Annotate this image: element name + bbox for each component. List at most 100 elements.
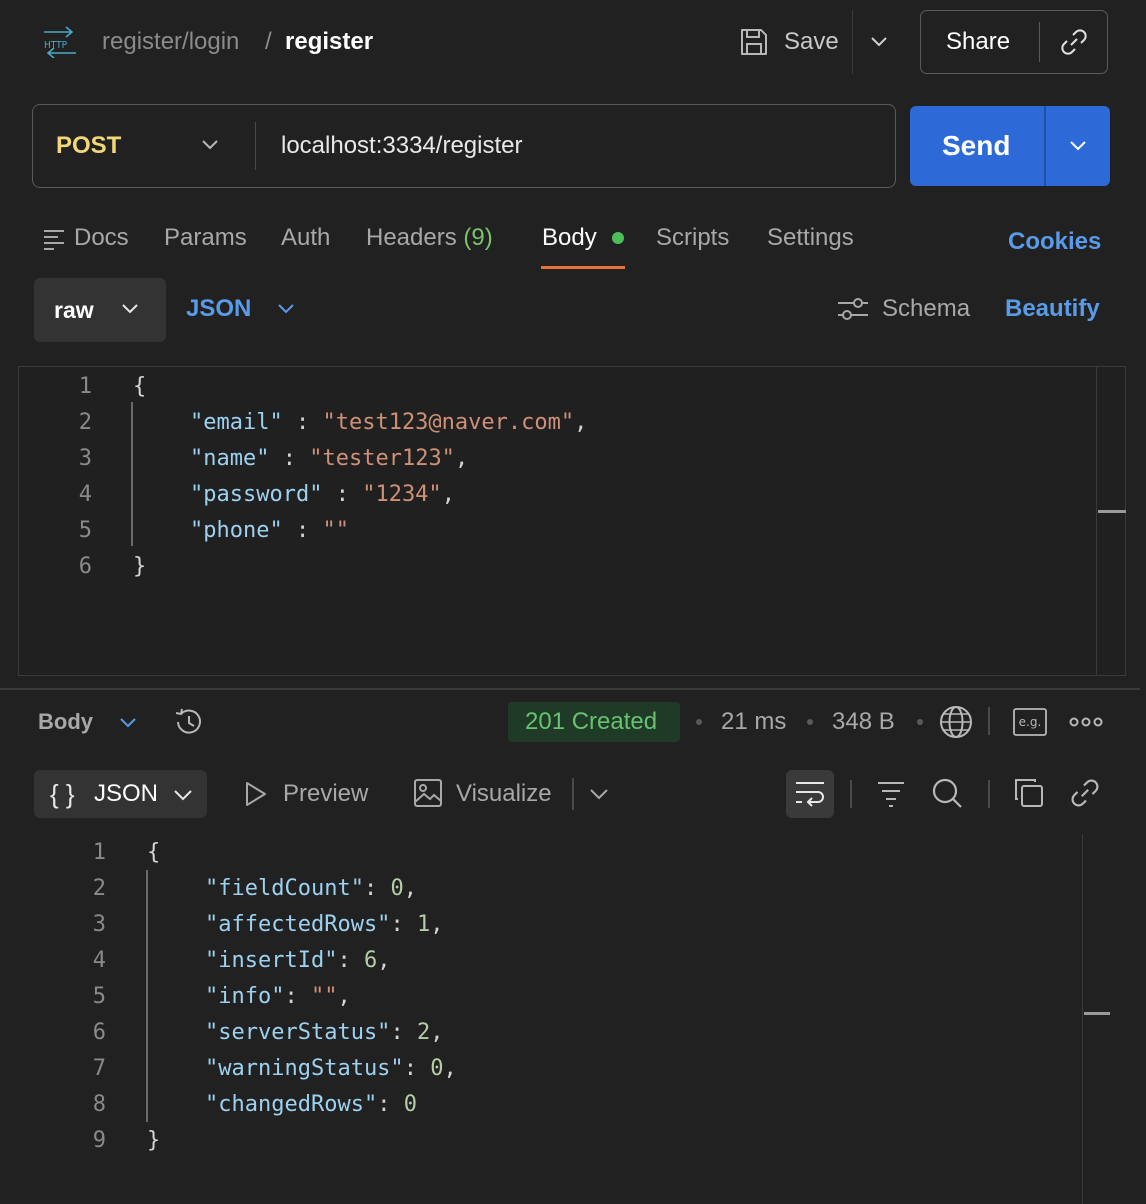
tab-body[interactable]: Body [542, 220, 597, 256]
send-options-button[interactable] [1060, 128, 1096, 164]
json-key: "serverStatus" [205, 1020, 391, 1045]
code-line[interactable]: "password" : "1234", [190, 477, 455, 513]
brace: } [147, 1128, 161, 1153]
code-line[interactable]: } [133, 549, 146, 585]
code-line[interactable]: { [147, 835, 160, 871]
tab-params[interactable]: Params [164, 220, 247, 256]
code-line[interactable]: "info": "", [205, 979, 351, 1015]
scrollbar-thumb[interactable] [1098, 510, 1126, 513]
body-mode-label[interactable]: raw [54, 292, 94, 328]
code-line[interactable]: "serverStatus": 2, [205, 1015, 443, 1051]
history-icon[interactable] [172, 705, 206, 739]
response-view-label[interactable]: JSON [94, 776, 158, 812]
link-icon[interactable] [1069, 777, 1101, 809]
cookies-link[interactable]: Cookies [1008, 224, 1101, 260]
chevron-down-icon[interactable] [170, 781, 196, 807]
tab-settings[interactable]: Settings [767, 220, 854, 256]
line-number: 5 [92, 984, 106, 1009]
code-line[interactable]: "phone" : "" [190, 513, 349, 549]
json-value: 0 [430, 1056, 444, 1081]
link-icon [1061, 29, 1087, 55]
breadcrumb-parent[interactable]: register/login [102, 24, 239, 60]
code-line[interactable]: "changedRows": 0 [205, 1087, 417, 1123]
breadcrumb-current[interactable]: register [285, 24, 373, 60]
body-format-select[interactable]: JSON [186, 291, 251, 327]
code-line[interactable]: { [133, 369, 146, 405]
chevron-down-icon[interactable] [196, 130, 224, 158]
tab-docs[interactable]: Docs [74, 220, 129, 256]
search-icon[interactable] [930, 776, 964, 810]
scrollbar-thumb[interactable] [1084, 1012, 1110, 1015]
docs-icon [44, 230, 64, 250]
json-value: "1234" [362, 482, 442, 507]
line-number: 3 [78, 446, 92, 471]
chevron-down-icon[interactable] [274, 296, 298, 320]
scrollbar-track[interactable] [1096, 367, 1097, 675]
json-separator: : [284, 984, 311, 1009]
pane-resize-handle[interactable] [0, 688, 1140, 690]
method-select[interactable]: POST [56, 128, 121, 164]
code-line[interactable]: "warningStatus": 0, [205, 1051, 457, 1087]
play-icon[interactable] [244, 781, 268, 807]
code-line[interactable]: "email" : "test123@naver.com", [190, 405, 587, 441]
code-line[interactable]: "insertId": 6, [205, 943, 390, 979]
code-line[interactable]: } [147, 1123, 160, 1159]
response-time[interactable]: 21 ms [721, 704, 786, 740]
send-label[interactable]: Send [942, 126, 1010, 166]
json-punct: , [403, 876, 417, 901]
save-label: Save [784, 28, 839, 55]
share-button[interactable]: Share [946, 24, 1010, 60]
code-line[interactable]: "fieldCount": 0, [205, 871, 417, 907]
chevron-down-icon[interactable] [586, 782, 612, 806]
response-section-label[interactable]: Body [38, 704, 93, 740]
line-number: 1 [92, 840, 106, 865]
line-number: 2 [92, 876, 106, 901]
copy-link-button[interactable] [1054, 24, 1094, 60]
tab-scripts[interactable]: Scripts [656, 220, 729, 256]
active-tab-underline [541, 266, 625, 269]
tab-auth[interactable]: Auth [281, 220, 330, 256]
tab-headers[interactable]: Headers (9) [366, 220, 493, 256]
json-key: "changedRows" [205, 1092, 378, 1117]
json-separator: : [403, 1056, 431, 1081]
copy-icon[interactable] [1013, 777, 1045, 809]
globe-icon[interactable] [938, 704, 974, 740]
json-key: "insertId" [205, 948, 338, 973]
example-icon[interactable]: e.g. [1013, 708, 1047, 736]
svg-text:HTTP: HTTP [44, 40, 68, 51]
eg-label: e.g. [1019, 715, 1042, 729]
json-key: "email" [190, 410, 283, 435]
wrap-icon [796, 782, 824, 807]
image-icon[interactable] [413, 778, 443, 808]
line-number: 5 [78, 518, 92, 543]
json-value: 0 [403, 1092, 417, 1117]
scrollbar-track[interactable] [1082, 834, 1083, 1204]
divider [1039, 22, 1040, 62]
save-options-button[interactable] [862, 26, 896, 58]
code-line[interactable]: "affectedRows": 1, [205, 907, 443, 943]
separator-dot [696, 719, 702, 725]
url-input[interactable]: localhost:3334/register [281, 128, 522, 164]
save-button[interactable]: Save [738, 20, 839, 64]
divider [852, 10, 853, 74]
code-line[interactable]: "name" : "tester123", [190, 441, 468, 477]
sliders-icon[interactable] [836, 294, 870, 324]
json-punct: , [430, 1020, 444, 1045]
more-options-icon[interactable] [1069, 712, 1103, 732]
filter-icon[interactable] [876, 780, 906, 808]
beautify-button[interactable]: Beautify [1005, 291, 1100, 327]
json-value: 0 [390, 876, 404, 901]
status-code[interactable]: 201 Created [525, 704, 657, 740]
json-separator: : [269, 446, 310, 471]
schema-button[interactable]: Schema [882, 291, 970, 327]
json-separator: : [390, 1020, 417, 1045]
json-key: "warningStatus" [205, 1056, 404, 1081]
wrap-lines-button[interactable] [786, 770, 834, 818]
separator-dot [917, 719, 923, 725]
line-number: 2 [78, 410, 92, 435]
visualize-button[interactable]: Visualize [456, 776, 552, 812]
chevron-down-icon[interactable] [118, 296, 142, 320]
chevron-down-icon[interactable] [116, 710, 140, 734]
response-size[interactable]: 348 B [832, 704, 895, 740]
preview-button[interactable]: Preview [283, 776, 368, 812]
